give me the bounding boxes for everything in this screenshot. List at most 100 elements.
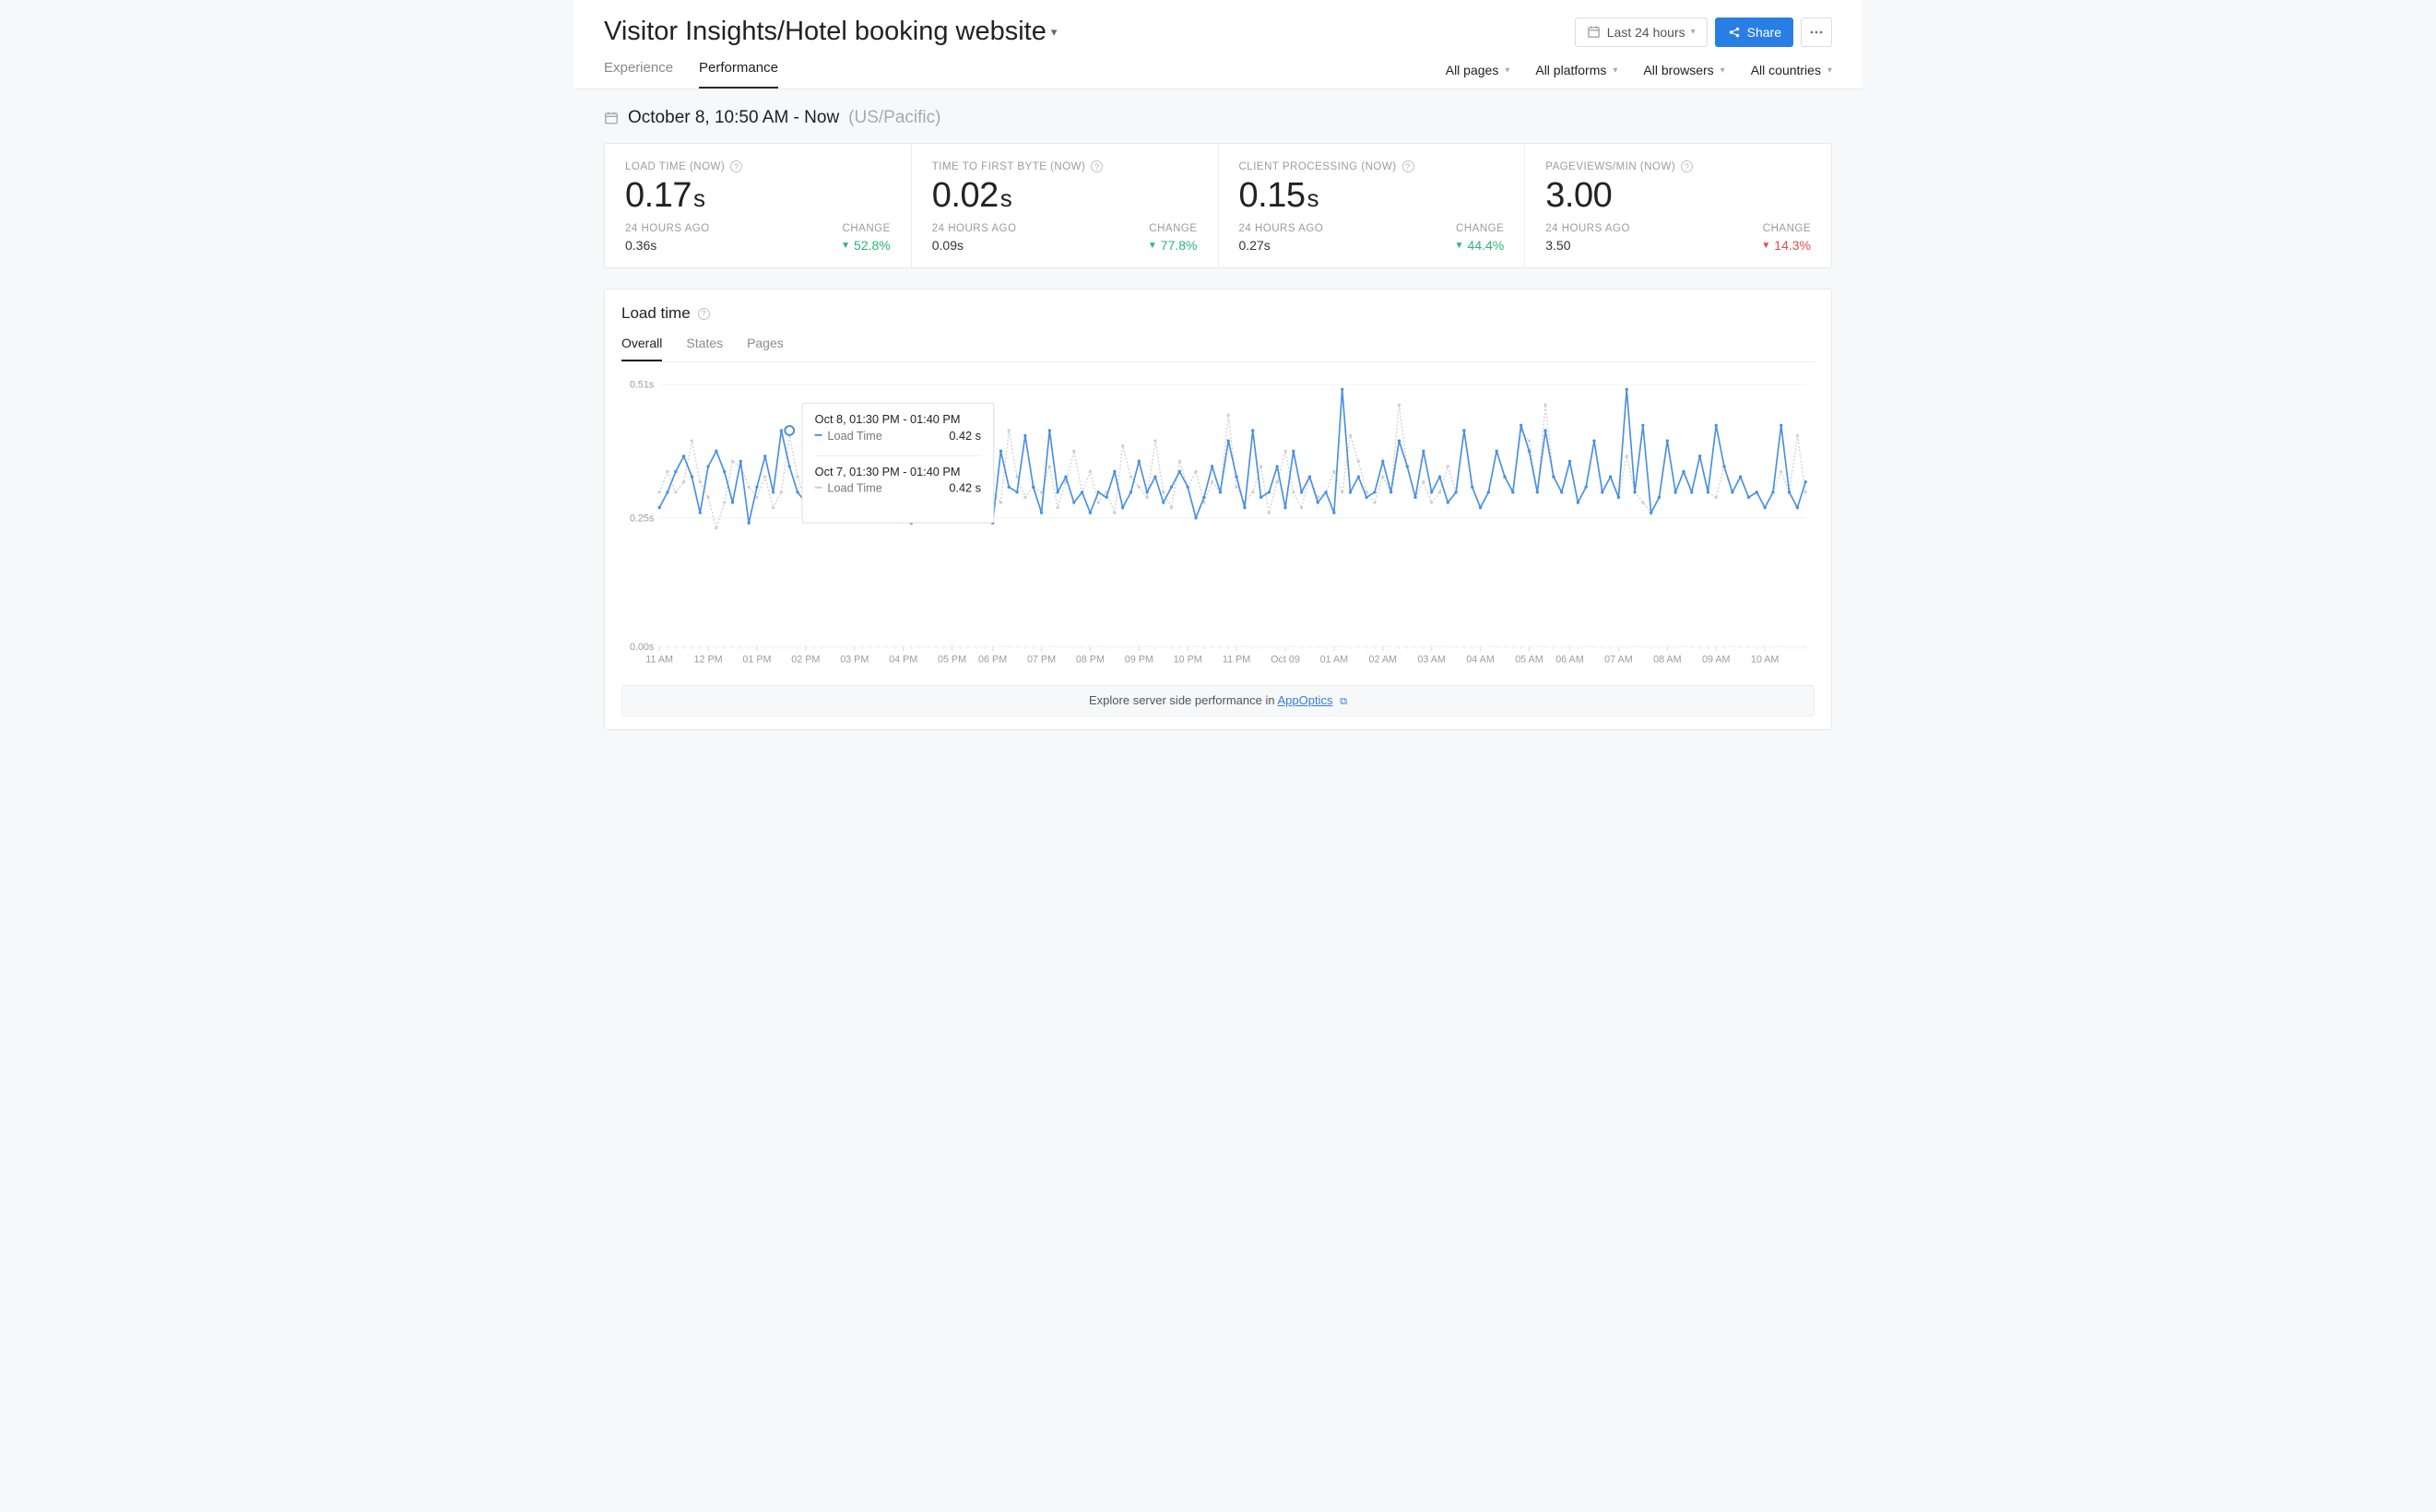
prev-value: 0.27s	[1239, 238, 1324, 253]
title-sep: /	[777, 17, 785, 47]
svg-text:02 AM: 02 AM	[1369, 655, 1398, 666]
arrow-down-icon: ▼	[841, 241, 850, 251]
metric-value: 3.00	[1545, 176, 1811, 216]
external-link-icon: ⧉	[1340, 696, 1347, 707]
appoptics-link[interactable]: AppOptics	[1278, 693, 1333, 707]
metric-card[interactable]: LOAD TIME (NOW) ? 0.17s 24 HOURS AGO 0.3…	[605, 144, 911, 267]
page-title[interactable]: Visitor Insights / Hotel booking website…	[604, 17, 1057, 47]
svg-text:11 PM: 11 PM	[1223, 655, 1250, 666]
svg-text:10 PM: 10 PM	[1174, 655, 1202, 666]
metric-value: 0.15s	[1239, 176, 1505, 216]
timezone-text: (US/Pacific)	[848, 108, 940, 128]
filter-pages[interactable]: All pages▾	[1446, 63, 1510, 77]
title-site: Hotel booking website	[785, 17, 1047, 47]
load-time-panel: Load time ? Overall States Pages 0.51s0.…	[604, 289, 1832, 730]
svg-text:03 PM: 03 PM	[840, 655, 869, 666]
arrow-down-icon: ▼	[1761, 241, 1770, 251]
title-prefix: Visitor Insights	[604, 17, 777, 47]
more-menu-button[interactable]	[1801, 18, 1832, 47]
chart-tooltip: Oct 8, 01:30 PM - 01:40 PM Load Time 0.42 …	[802, 404, 994, 523]
svg-text:05 AM: 05 AM	[1515, 655, 1543, 666]
help-icon[interactable]: ?	[1402, 160, 1414, 172]
prev-label: 24 HOURS AGO	[1239, 223, 1324, 234]
panel-tab-states[interactable]: States	[686, 336, 723, 361]
metric-label: TIME TO FIRST BYTE (NOW) ?	[932, 160, 1198, 172]
svg-text:12 PM: 12 PM	[694, 655, 723, 666]
svg-text:Oct 8, 01:30 PM - 01:40 PM: Oct 8, 01:30 PM - 01:40 PM	[815, 412, 961, 426]
metric-card[interactable]: CLIENT PROCESSING (NOW) ? 0.15s 24 HOURS…	[1218, 144, 1525, 267]
chevron-down-icon: ▾	[1505, 65, 1509, 76]
prev-label: 24 HOURS AGO	[932, 223, 1017, 234]
explore-footer: Explore server side performance in AppOp…	[621, 685, 1815, 716]
change-value: ▼14.3%	[1761, 238, 1811, 253]
chevron-down-icon: ▾	[1721, 65, 1725, 76]
svg-text:Load Time: Load Time	[827, 481, 881, 495]
help-icon[interactable]: ?	[730, 160, 742, 172]
filter-bar: All pages▾ All platforms▾ All browsers▾ …	[1446, 63, 1832, 89]
change-value: ▼44.4%	[1455, 238, 1505, 253]
change-value: ▼77.8%	[1148, 238, 1198, 253]
svg-text:08 AM: 08 AM	[1653, 655, 1682, 666]
svg-text:0.25s: 0.25s	[630, 514, 654, 525]
tab-experience[interactable]: Experience	[604, 60, 673, 89]
chevron-down-icon: ▾	[1051, 25, 1058, 40]
tab-performance[interactable]: Performance	[699, 60, 778, 89]
metric-value: 0.17s	[625, 176, 891, 216]
chevron-down-icon: ▾	[1613, 65, 1617, 76]
filter-browsers[interactable]: All browsers▾	[1643, 63, 1724, 77]
svg-text:02 PM: 02 PM	[791, 655, 820, 666]
date-range-row[interactable]: October 8, 10:50 AM - Now (US/Pacific)	[604, 108, 1832, 128]
chevron-down-icon: ▾	[1827, 65, 1832, 76]
svg-text:04 PM: 04 PM	[889, 655, 917, 666]
svg-text:01 PM: 01 PM	[742, 655, 771, 666]
panel-tabs: Overall States Pages	[621, 336, 1815, 362]
svg-text:0.42 s: 0.42 s	[949, 429, 981, 443]
svg-text:0.51s: 0.51s	[630, 380, 654, 391]
help-icon[interactable]: ?	[1681, 160, 1693, 172]
prev-value: 0.09s	[932, 238, 1017, 253]
svg-text:Load Time: Load Time	[827, 429, 881, 443]
help-icon[interactable]: ?	[1091, 160, 1103, 172]
panel-tab-pages[interactable]: Pages	[747, 336, 784, 361]
svg-text:0.42 s: 0.42 s	[949, 481, 981, 495]
arrow-down-icon: ▼	[1148, 241, 1157, 251]
change-label: CHANGE	[1149, 223, 1197, 234]
panel-title: Load time ?	[621, 304, 1815, 323]
main-tabs: Experience Performance	[604, 60, 778, 89]
prev-value: 3.50	[1545, 238, 1630, 253]
svg-text:07 AM: 07 AM	[1604, 655, 1633, 666]
chevron-down-icon: ▾	[1691, 27, 1696, 37]
share-button[interactable]: Share	[1715, 18, 1793, 47]
content-region: October 8, 10:50 AM - Now (US/Pacific) L…	[574, 89, 1862, 758]
metric-card[interactable]: PAGEVIEWS/MIN (NOW) ? 3.00 24 HOURS AGO …	[1524, 144, 1831, 267]
svg-text:Oct 09: Oct 09	[1271, 655, 1300, 666]
metric-label: CLIENT PROCESSING (NOW) ?	[1239, 160, 1505, 172]
svg-text:05 PM: 05 PM	[938, 655, 966, 666]
change-label: CHANGE	[843, 223, 891, 234]
svg-text:03 AM: 03 AM	[1417, 655, 1446, 666]
metric-label: PAGEVIEWS/MIN (NOW) ?	[1545, 160, 1811, 172]
svg-text:0.00s: 0.00s	[630, 642, 654, 653]
help-icon[interactable]: ?	[698, 308, 710, 320]
calendar-icon	[1587, 25, 1602, 40]
filter-platforms[interactable]: All platforms▾	[1535, 63, 1617, 77]
metric-card[interactable]: TIME TO FIRST BYTE (NOW) ? 0.02s 24 HOUR…	[911, 144, 1218, 267]
svg-text:11 AM: 11 AM	[645, 655, 673, 666]
load-time-chart[interactable]: 0.51s 0.25s 0.00s 11 AM 12 PM 01 PM 02 PM 03 PM…	[621, 375, 1815, 674]
date-range-text: October 8, 10:50 AM - Now	[628, 108, 839, 128]
filter-countries[interactable]: All countries▾	[1751, 63, 1832, 77]
svg-text:06 PM: 06 PM	[978, 655, 1007, 666]
arrow-down-icon: ▼	[1455, 241, 1464, 251]
ellipsis-icon	[1809, 25, 1824, 40]
change-label: CHANGE	[1456, 223, 1504, 234]
metric-cards: LOAD TIME (NOW) ? 0.17s 24 HOURS AGO 0.3…	[604, 143, 1832, 268]
panel-tab-overall[interactable]: Overall	[621, 336, 662, 361]
timerange-picker[interactable]: Last 24 hours ▾	[1575, 18, 1708, 47]
svg-text:10 AM: 10 AM	[1751, 655, 1780, 666]
svg-text:08 PM: 08 PM	[1076, 655, 1105, 666]
prev-label: 24 HOURS AGO	[625, 223, 710, 234]
prev-value: 0.36s	[625, 238, 710, 253]
metric-value: 0.02s	[932, 176, 1198, 216]
svg-text:01 AM: 01 AM	[1320, 655, 1349, 666]
svg-text:09 AM: 09 AM	[1702, 655, 1731, 666]
